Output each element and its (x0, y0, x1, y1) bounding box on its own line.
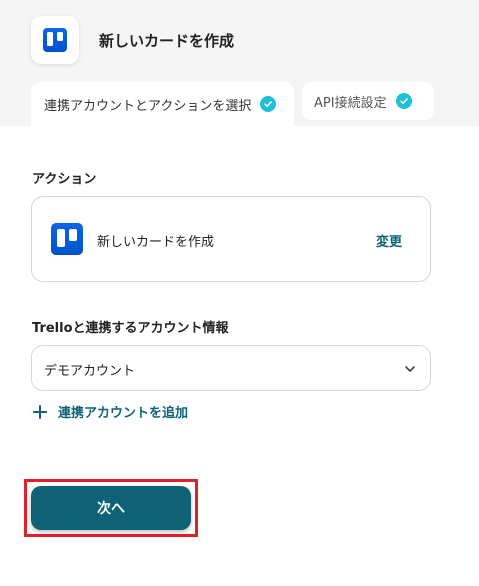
add-account-link[interactable]: 連携アカウントを追加 (33, 402, 188, 421)
action-card: 新しいカードを作成 変更 (31, 196, 431, 282)
change-action-link[interactable]: 変更 (376, 231, 402, 250)
account-section-label: Trelloと連携するアカウント情報 (32, 321, 229, 336)
tab-api-settings[interactable]: API接続設定 (302, 82, 434, 120)
next-button[interactable]: 次へ (31, 486, 191, 530)
tab-label: API接続設定 (314, 95, 387, 111)
tab-select-account-action[interactable]: 連携アカウントとアクションを選択 (31, 82, 294, 126)
chevron-down-icon (405, 366, 415, 372)
check-icon (395, 93, 412, 109)
action-card-label: 新しいカードを作成 (97, 235, 215, 250)
app-icon-tile (31, 16, 79, 64)
account-select-value: デモアカウント (44, 364, 136, 379)
trello-icon (51, 223, 83, 255)
add-account-label: 連携アカウントを追加 (58, 406, 189, 421)
account-select[interactable]: デモアカウント (31, 345, 431, 391)
page: 新しいカードを作成 連携アカウントとアクションを選択 API接続設定 アクション… (0, 0, 479, 586)
plus-icon (33, 404, 47, 419)
page-title: 新しいカードを作成 (99, 32, 235, 50)
trello-icon (43, 28, 67, 52)
tab-label: 連携アカウントとアクションを選択 (44, 98, 252, 114)
check-icon (260, 96, 277, 112)
action-section-label: アクション (32, 172, 97, 187)
